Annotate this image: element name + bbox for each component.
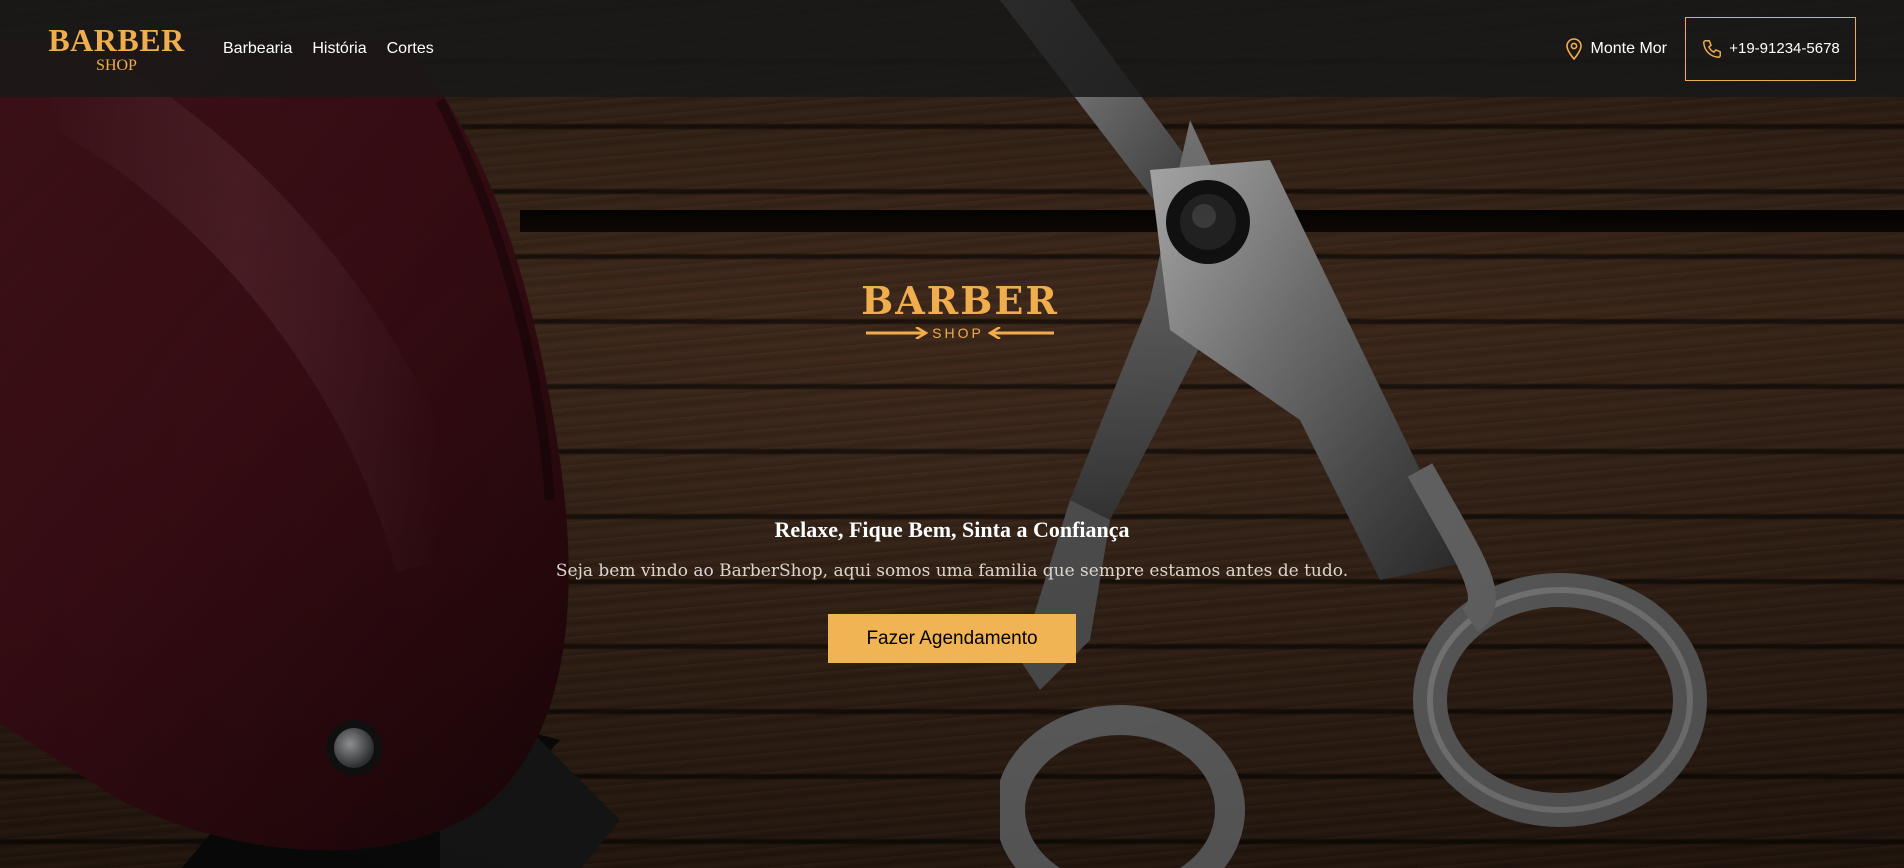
nav-link-cortes[interactable]: Cortes	[387, 40, 434, 58]
hero-text: Relaxe, Fique Bem, Sinta a Confiança Sej…	[0, 512, 1904, 663]
nav-right: Monte Mor +19-91234-5678	[1565, 16, 1856, 81]
phone-icon	[1703, 39, 1722, 58]
brand-name: BARBER	[48, 21, 185, 58]
phone-number: +19-91234-5678	[1729, 40, 1840, 57]
navbar: BARBER SHOP Barbearia História Cortes Mo…	[0, 0, 1904, 97]
hero-subtitle: Seja bem vindo ao BarberShop, aqui somos…	[555, 561, 1349, 581]
hero-section	[0, 0, 1904, 868]
schedule-button[interactable]: Fazer Agendamento	[828, 614, 1076, 663]
nav-links: Barbearia História Cortes	[223, 40, 434, 58]
hero-logo: BARBER SHOP	[861, 278, 1059, 341]
arrow-left-icon	[987, 327, 1054, 339]
arrow-right-icon	[866, 327, 929, 339]
nav-link-barbearia[interactable]: Barbearia	[223, 40, 292, 58]
scissors-image	[1000, 0, 1707, 868]
hero-logo-sub: SHOP	[932, 325, 984, 341]
nav-link-historia[interactable]: História	[312, 40, 366, 58]
phone-button[interactable]: +19-91234-5678	[1685, 16, 1856, 81]
brand-logo[interactable]: BARBER SHOP	[48, 21, 185, 74]
hair-clipper-image	[0, 40, 620, 868]
map-pin-icon	[1565, 37, 1582, 60]
hero-title: Relaxe, Fique Bem, Sinta a Confiança	[774, 517, 1130, 542]
brand-sub: SHOP	[96, 56, 137, 74]
hero-logo-row: SHOP	[866, 325, 1054, 341]
hero-logo-main: BARBER	[861, 278, 1059, 323]
location-text: Monte Mor	[1590, 39, 1667, 57]
location-info: Monte Mor	[1565, 37, 1667, 60]
